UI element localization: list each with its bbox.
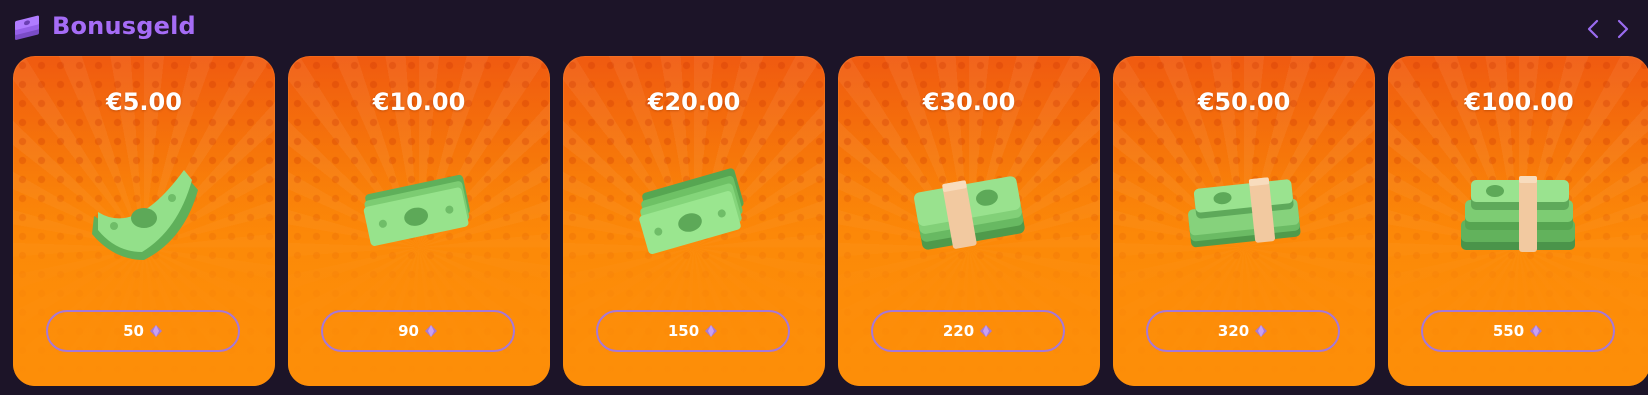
bonus-amount: €5.00 bbox=[106, 88, 182, 116]
gem-icon bbox=[424, 325, 437, 337]
price-button[interactable]: 90 bbox=[321, 310, 515, 352]
prev-button[interactable] bbox=[1580, 14, 1606, 44]
section-header: Bonusgeld bbox=[12, 8, 196, 44]
gem-icon bbox=[149, 325, 162, 337]
price-button[interactable]: 550 bbox=[1421, 310, 1615, 352]
chevron-right-icon bbox=[1617, 19, 1629, 39]
bonus-amount: €100.00 bbox=[1464, 88, 1574, 116]
bonus-card[interactable]: €20.00 150 bbox=[563, 56, 825, 386]
bonus-amount: €50.00 bbox=[1197, 88, 1291, 116]
chevron-left-icon bbox=[1587, 19, 1599, 39]
bundle-pile-illustration bbox=[1461, 176, 1575, 252]
three-bills-illustration bbox=[639, 168, 744, 255]
price-value: 220 bbox=[942, 322, 975, 340]
price-value: 90 bbox=[398, 322, 419, 340]
bonus-card[interactable]: €10.00 90 bbox=[288, 56, 550, 386]
next-button[interactable] bbox=[1610, 14, 1636, 44]
price-value: 50 bbox=[123, 322, 144, 340]
gem-icon bbox=[1530, 325, 1543, 337]
section-title: Bonusgeld bbox=[52, 12, 196, 40]
bonus-amount: €10.00 bbox=[372, 88, 466, 116]
bonus-card-carousel: €5.00 50 €10.00 90 €20.00 150 €30.00 220… bbox=[13, 56, 1648, 386]
carousel-nav bbox=[1580, 14, 1636, 44]
price-value: 320 bbox=[1217, 322, 1250, 340]
price-button[interactable]: 320 bbox=[1146, 310, 1340, 352]
price-button[interactable]: 150 bbox=[596, 310, 790, 352]
price-button[interactable]: 50 bbox=[46, 310, 240, 352]
bonus-card[interactable]: €100.00 550 bbox=[1388, 56, 1648, 386]
gem-icon bbox=[705, 325, 718, 337]
gem-icon bbox=[980, 325, 993, 337]
banded-bundle-illustration bbox=[914, 176, 1025, 250]
two-bundles-illustration bbox=[1188, 177, 1301, 248]
gem-icon bbox=[1255, 325, 1268, 337]
single-bill-illustration bbox=[92, 170, 198, 260]
bonus-card[interactable]: €5.00 50 bbox=[13, 56, 275, 386]
price-value: 550 bbox=[1492, 322, 1525, 340]
bonus-amount: €20.00 bbox=[647, 88, 741, 116]
price-button[interactable]: 220 bbox=[871, 310, 1065, 352]
two-bills-illustration bbox=[363, 174, 470, 246]
bonus-card[interactable]: €50.00 320 bbox=[1113, 56, 1375, 386]
bonus-amount: €30.00 bbox=[922, 88, 1016, 116]
price-value: 150 bbox=[667, 322, 700, 340]
money-stack-icon bbox=[15, 15, 39, 40]
bonus-card[interactable]: €30.00 220 bbox=[838, 56, 1100, 386]
